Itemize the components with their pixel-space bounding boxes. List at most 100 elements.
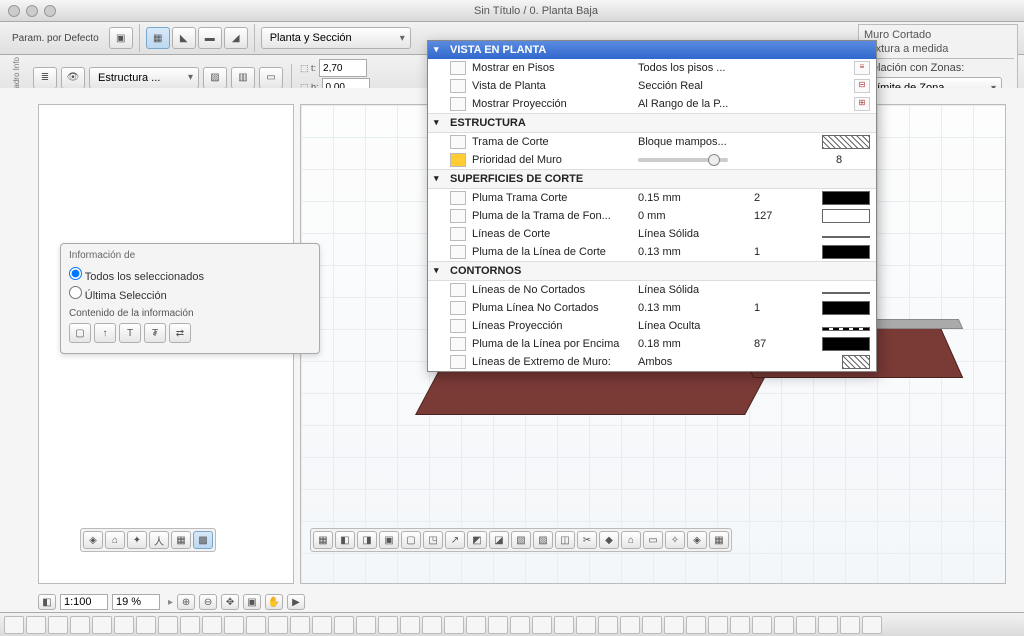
marquee-tool-icon[interactable] (26, 616, 46, 634)
t3-2-icon[interactable]: ◧ (335, 531, 355, 549)
row-extremo-muro[interactable]: Líneas de Extremo de Muro:Ambos (428, 353, 876, 371)
wall-tool-icon[interactable] (48, 616, 68, 634)
nav-view-icon[interactable]: ▦ (171, 531, 191, 549)
t3-1-icon[interactable]: ▦ (313, 531, 333, 549)
view-opts-icon[interactable]: ◧ (38, 594, 56, 610)
arrow-up-icon[interactable]: ↑ (94, 323, 116, 343)
row-mostrar-proyeccion[interactable]: Mostrar ProyecciónAl Rango de la P...⊞ (428, 95, 876, 113)
line-tool-icon[interactable] (422, 616, 442, 634)
textura-label[interactable]: Textura a medida (862, 42, 1014, 56)
mode-icon-1[interactable]: ▦ (146, 27, 170, 49)
lamp-tool-icon[interactable] (268, 616, 288, 634)
row-pluma-linea-corte[interactable]: Pluma de la Línea de Corte0.13 mm1 (428, 243, 876, 261)
stair-tool-icon[interactable] (290, 616, 310, 634)
pen-swatch[interactable] (822, 301, 870, 315)
nav-house-icon[interactable]: ⌂ (105, 531, 125, 549)
pen-swatch[interactable] (822, 337, 870, 351)
t3-4-icon[interactable]: ▣ (379, 531, 399, 549)
fill-tool-icon[interactable] (400, 616, 420, 634)
zoom-icon[interactable] (44, 5, 56, 17)
scale-field[interactable]: 1:100 (60, 594, 108, 610)
more1-tool-icon[interactable] (708, 616, 728, 634)
t3-18-icon[interactable]: ◈ (687, 531, 707, 549)
mode-icon-4[interactable]: ◢ (224, 27, 248, 49)
camera-tool-icon[interactable] (686, 616, 706, 634)
row-vista-planta[interactable]: Vista de PlantaSección Real⊟ (428, 77, 876, 95)
row-lineas-proy[interactable]: Líneas ProyecciónLínea Oculta (428, 317, 876, 335)
section-vista-planta[interactable]: VISTA EN PLANTA (428, 41, 876, 59)
hatch-swatch[interactable] (822, 135, 870, 149)
text1-icon[interactable]: T (119, 323, 141, 343)
zoom-field[interactable]: 19 % (112, 594, 160, 610)
muro-cortado-label[interactable]: Muro Cortado (862, 28, 1014, 42)
nav-axes-icon[interactable]: ✦ (127, 531, 147, 549)
object-tool-icon[interactable] (246, 616, 266, 634)
hotspot-tool-icon[interactable] (510, 616, 530, 634)
radio-ultima[interactable]: Última Selección (69, 286, 311, 302)
more4-tool-icon[interactable] (774, 616, 794, 634)
t3-11-icon[interactable]: ▨ (533, 531, 553, 549)
t3-16-icon[interactable]: ▭ (643, 531, 663, 549)
properties-menu[interactable]: VISTA EN PLANTA Mostrar en PisosTodos lo… (427, 40, 877, 372)
more3-tool-icon[interactable] (752, 616, 772, 634)
minimize-icon[interactable] (26, 5, 38, 17)
row-pluma-trama[interactable]: Pluma Trama Corte0.15 mm2 (428, 189, 876, 207)
slab-tool-icon[interactable] (158, 616, 178, 634)
window-tool-icon[interactable] (92, 616, 112, 634)
section-tool-icon[interactable] (576, 616, 596, 634)
row-pluma-fondo[interactable]: Pluma de la Trama de Fon...0 mm127 (428, 207, 876, 225)
t3-8-icon[interactable]: ◩ (467, 531, 487, 549)
t3-3-icon[interactable]: ◨ (357, 531, 377, 549)
wall-icon[interactable]: ▭ (259, 67, 283, 89)
row-pluma-encima[interactable]: Pluma de la Línea por Encima0.18 mm87 (428, 335, 876, 353)
pan-icon[interactable]: ✥ (221, 594, 239, 610)
arc-tool-icon[interactable] (444, 616, 464, 634)
planta-seccion-dropdown[interactable]: Planta y Sección (261, 27, 411, 49)
row-lineas-nocort[interactable]: Líneas de No CortadosLínea Sólida (428, 281, 876, 299)
more5-tool-icon[interactable] (796, 616, 816, 634)
folder-icon[interactable]: ▣ (109, 27, 133, 49)
section-contornos[interactable]: CONTORNOS (428, 261, 876, 281)
more2-tool-icon[interactable] (730, 616, 750, 634)
t3-15-icon[interactable]: ⌂ (621, 531, 641, 549)
drawing-tool-icon[interactable] (554, 616, 574, 634)
pattern-icon[interactable]: ▥ (231, 67, 255, 89)
t3-13-icon[interactable]: ✂ (577, 531, 597, 549)
row-mostrar-pisos[interactable]: Mostrar en PisosTodos los pisos ...≡ (428, 59, 876, 77)
mesh-tool-icon[interactable] (202, 616, 222, 634)
t3-9-icon[interactable]: ◪ (489, 531, 509, 549)
pen-swatch[interactable] (822, 245, 870, 259)
info-panel[interactable]: Información de Todos los seleccionados Ú… (60, 243, 320, 354)
estructura-dropdown[interactable]: Estructura ... (89, 67, 199, 89)
arrow-tool-icon[interactable] (4, 616, 24, 634)
more8-tool-icon[interactable] (862, 616, 882, 634)
t3-17-icon[interactable]: ✧ (665, 531, 685, 549)
nav-cube-icon[interactable]: ◈ (83, 531, 103, 549)
section-estructura[interactable]: ESTRUCTURA (428, 113, 876, 133)
layers-icon[interactable]: ≣ (33, 67, 57, 89)
spline-tool-icon[interactable] (488, 616, 508, 634)
close-icon[interactable] (8, 5, 20, 17)
text2-icon[interactable]: ₮ (144, 323, 166, 343)
nav-sel-icon[interactable]: ▩ (193, 531, 213, 549)
t3-7-icon[interactable]: ↗ (445, 531, 465, 549)
row-trama-corte[interactable]: Trama de CorteBloque mampos... (428, 133, 876, 151)
line-swatch[interactable] (822, 292, 870, 294)
nav-walk-icon[interactable]: 人 (149, 531, 169, 549)
text-tool-icon[interactable] (356, 616, 376, 634)
elev-tool-icon[interactable] (598, 616, 618, 634)
beam-tool-icon[interactable] (136, 616, 156, 634)
dash-swatch[interactable] (822, 327, 870, 331)
both-swatch[interactable] (842, 355, 870, 369)
t3-6-icon[interactable]: ◳ (423, 531, 443, 549)
ie-tool-icon[interactable] (620, 616, 640, 634)
fit-icon[interactable]: ▣ (243, 594, 261, 610)
column-tool-icon[interactable] (114, 616, 134, 634)
polyline-tool-icon[interactable] (466, 616, 486, 634)
mode-icon-2[interactable]: ◣ (172, 27, 196, 49)
roof-tool-icon[interactable] (180, 616, 200, 634)
section-icon[interactable]: ⊟ (854, 79, 870, 93)
worksheet-tool-icon[interactable] (664, 616, 684, 634)
row-lineas-corte[interactable]: Líneas de CorteLínea Sólida (428, 225, 876, 243)
t3-19-icon[interactable]: ▦ (709, 531, 729, 549)
